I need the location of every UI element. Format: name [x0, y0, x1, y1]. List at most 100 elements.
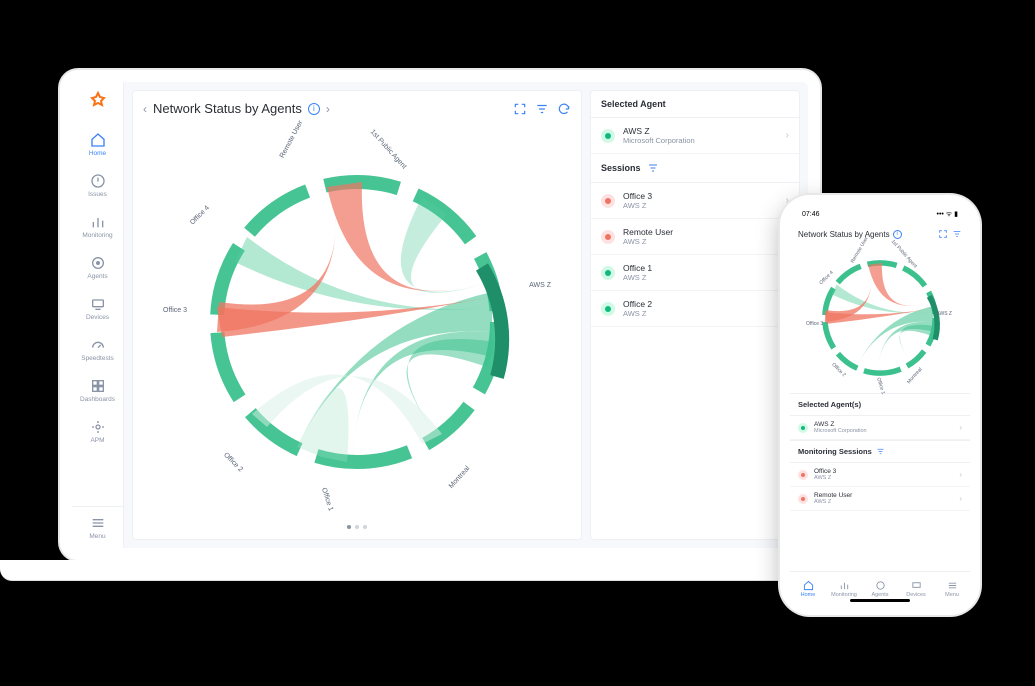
expand-icon[interactable]	[938, 229, 948, 239]
laptop-device: Home Issues Monitoring Agents Devices Sp…	[60, 70, 820, 560]
tab-menu[interactable]: Menu	[934, 572, 970, 605]
status-dot-icon	[601, 194, 615, 208]
status-dot-icon	[798, 423, 808, 433]
nav-apm[interactable]: APM	[72, 411, 123, 452]
device-icon	[90, 296, 106, 312]
chevron-right-icon: ›	[959, 494, 962, 503]
phone-time: 07:46	[802, 211, 820, 218]
sessions-header-label: Monitoring Sessions	[798, 447, 872, 456]
apm-icon	[90, 419, 106, 435]
session-name: Office 3	[623, 191, 786, 201]
side-panel: Selected Agent AWS Z Microsoft Corporati…	[590, 90, 800, 540]
session-name: Office 2	[623, 299, 786, 309]
status-dot-icon	[798, 494, 808, 504]
chevron-right-icon: ›	[959, 470, 962, 479]
alert-icon	[90, 173, 106, 189]
chord-svg	[192, 157, 522, 487]
tab-label: Agents	[871, 592, 888, 598]
session-sub: AWS Z	[623, 201, 786, 210]
status-dot-icon	[601, 266, 615, 280]
page-title: Network Status by Agents	[153, 101, 302, 116]
filter-icon[interactable]	[952, 229, 962, 239]
tab-home[interactable]: Home	[790, 572, 826, 605]
nav-label: Monitoring	[72, 232, 123, 239]
sessions-header: Sessions	[591, 154, 799, 183]
session-row[interactable]: Office 2AWS Z›	[591, 291, 799, 327]
node-label: AWS Z	[529, 282, 551, 289]
nav-label: Speedtests	[72, 355, 123, 362]
session-sub: AWS Z	[623, 309, 786, 318]
chevron-right-icon: ›	[959, 423, 962, 432]
chart-header: ‹ Network Status by Agents i ›	[143, 101, 571, 116]
chevron-right-icon: ›	[786, 130, 789, 141]
phone-title: Network Status by Agents	[798, 230, 890, 239]
agent-name: AWS Z	[814, 421, 959, 428]
nav-devices[interactable]: Devices	[72, 288, 123, 329]
tab-label: Menu	[945, 592, 959, 598]
expand-icon[interactable]	[513, 102, 527, 116]
sessions-filter-icon[interactable]	[876, 447, 885, 456]
prev-chevron-icon[interactable]: ‹	[143, 102, 147, 116]
nav-speedtests[interactable]: Speedtests	[72, 329, 123, 370]
laptop-base	[0, 560, 880, 580]
filter-icon[interactable]	[535, 102, 549, 116]
nav-agents[interactable]: Agents	[72, 247, 123, 288]
session-name: Office 3	[814, 468, 959, 475]
dot-icon[interactable]	[355, 525, 359, 529]
next-chevron-icon[interactable]: ›	[326, 102, 330, 116]
phone-session-row[interactable]: Remote UserAWS Z›	[790, 487, 970, 511]
nav-label: Home	[72, 150, 123, 157]
status-dot-icon	[601, 302, 615, 316]
phone-agent-row[interactable]: AWS ZMicrosoft Corporation ›	[790, 416, 970, 440]
agent-sub: Microsoft Corporation	[814, 428, 959, 434]
sessions-filter-icon[interactable]	[647, 162, 659, 174]
pagination-dots	[143, 525, 571, 529]
nav-label: Dashboards	[72, 396, 123, 403]
dot-icon[interactable]	[363, 525, 367, 529]
node-label: Office 3	[163, 307, 187, 314]
phone-statusbar: 07:46 ••• ᯤ ▮	[790, 205, 970, 223]
info-icon[interactable]: i	[893, 230, 902, 239]
sidebar: Home Issues Monitoring Agents Devices Sp…	[72, 82, 124, 548]
session-name: Remote User	[623, 227, 786, 237]
menu-icon	[947, 580, 958, 591]
agent-icon	[90, 255, 106, 271]
tab-label: Devices	[906, 592, 926, 598]
nav-dashboards[interactable]: Dashboards	[72, 370, 123, 411]
session-row[interactable]: Remote UserAWS Z›	[591, 219, 799, 255]
session-row[interactable]: Office 1AWS Z›	[591, 255, 799, 291]
nav-monitoring[interactable]: Monitoring	[72, 206, 123, 247]
grid-icon	[90, 378, 106, 394]
nav-label: Issues	[72, 191, 123, 198]
device-icon	[911, 580, 922, 591]
dot-icon[interactable]	[347, 525, 351, 529]
main-content: ‹ Network Status by Agents i ›	[124, 82, 808, 548]
nav-issues[interactable]: Issues	[72, 165, 123, 206]
node-label: Office 1	[320, 487, 334, 512]
gauge-icon	[90, 337, 106, 353]
sessions-header-label: Sessions	[601, 163, 641, 173]
nav-home[interactable]: Home	[72, 124, 123, 165]
status-dot-icon	[798, 470, 808, 480]
phone-session-row[interactable]: Office 3AWS Z›	[790, 463, 970, 487]
info-icon[interactable]: i	[308, 103, 320, 115]
session-sub: AWS Z	[623, 273, 786, 282]
agent-name: AWS Z	[623, 126, 786, 136]
agent-icon	[875, 580, 886, 591]
selected-agent-row[interactable]: AWS Z Microsoft Corporation ›	[591, 118, 799, 154]
home-icon	[803, 580, 814, 591]
session-row[interactable]: Office 3AWS Z›	[591, 183, 799, 219]
home-indicator	[850, 599, 910, 602]
refresh-icon[interactable]	[557, 102, 571, 116]
bars-icon	[90, 214, 106, 230]
session-sub: AWS Z	[814, 475, 959, 481]
chord-diagram[interactable]: Remote User 1st Public Agent AWS Z Montr…	[143, 122, 571, 521]
tab-label: Monitoring	[831, 592, 857, 598]
node-label: AWS Z	[936, 311, 952, 317]
nav-label: Agents	[72, 273, 123, 280]
tab-label: Home	[801, 592, 816, 598]
phone-chord-diagram[interactable]: Remote User 1st Public Agent AWS Z Montr…	[790, 243, 970, 393]
status-dot-icon	[601, 129, 615, 143]
nav-menu[interactable]: Menu	[72, 506, 123, 548]
phone-header: Network Status by Agents i	[790, 223, 970, 243]
